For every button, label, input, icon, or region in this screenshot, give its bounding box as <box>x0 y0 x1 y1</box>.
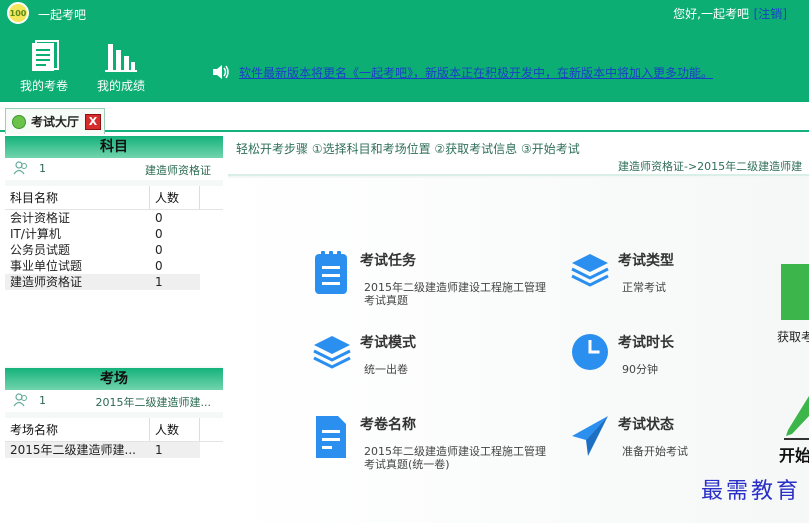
paper-plane-icon <box>572 416 608 456</box>
room-name: 2015年二级建造师建... <box>10 443 136 457</box>
close-icon[interactable]: X <box>85 113 102 130</box>
exam-paper-title: 考卷名称 <box>360 417 416 433</box>
rooms-summary: 1 2015年二级建造师建... <box>5 390 223 412</box>
logout-label[interactable]: 注销 <box>758 7 782 21</box>
rooms-table-header: 考场名称 人数 <box>5 418 223 442</box>
subjects-header: 科目 <box>5 136 223 158</box>
subject-count: 0 <box>155 211 163 225</box>
exam-mode-title: 考试模式 <box>360 335 416 351</box>
exam-mode-value: 统一出卷 <box>364 363 408 376</box>
exam-duration-title: 考试时长 <box>618 335 674 351</box>
col-subject-count[interactable]: 人数 <box>150 186 200 209</box>
tab-exam-hall[interactable]: 考试大厅 X <box>5 108 105 134</box>
my-papers-button[interactable]: 我的考卷 <box>14 40 74 96</box>
left-panel: 科目 1 建造师资格证 科目名称 人数 会计资格证 0 IT/计算机 0 公务员… <box>5 136 223 523</box>
users-icon <box>13 393 27 407</box>
tab-logo-icon <box>12 114 26 129</box>
subject-name: 会计资格证 <box>10 211 71 225</box>
subject-count: 0 <box>155 227 163 241</box>
subject-count: 0 <box>155 259 163 273</box>
speaker-icon <box>213 65 229 79</box>
table-row[interactable]: 公务员试题 0 <box>5 242 223 258</box>
rooms-header: 考场 <box>5 368 223 390</box>
logout-link[interactable]: [注销] <box>754 5 787 22</box>
room-count: 1 <box>155 443 163 457</box>
subject-name: 事业单位试题 <box>10 259 83 273</box>
my-papers-label: 我的考卷 <box>19 79 68 93</box>
notice-bar[interactable]: 软件最新版本将更名《一起考吧》，新版本正在积极开发中，在新版本中将加入更多功能。 <box>211 62 713 82</box>
subjects-table-header: 科目名称 人数 <box>5 186 223 210</box>
tab-strip: 考试大厅 X <box>0 102 809 134</box>
exam-duration-value: 90分钟 <box>622 363 658 376</box>
bar-chart-icon <box>105 44 137 72</box>
my-scores-label: 我的成绩 <box>96 79 145 93</box>
tab-label: 考试大厅 <box>31 115 80 129</box>
subjects-current: 建造师资格证 <box>145 164 211 177</box>
rooms-table: 考场名称 人数 2015年二级建造师建... 1 <box>5 418 223 523</box>
table-row-selected[interactable]: 2015年二级建造师建... 1 <box>5 442 200 458</box>
steps-bar: 轻松开考步骤 ①选择科目和考场位置 ②获取考试信息 ③开始考试 建造师资格证->… <box>228 136 809 176</box>
my-scores-button[interactable]: 我的成绩 <box>91 40 151 96</box>
steps-text: 轻松开考步骤 ①选择科目和考场位置 ②获取考试信息 ③开始考试 <box>236 142 580 156</box>
notice-link[interactable]: 软件最新版本将更名《一起考吧》，新版本正在积极开发中，在新版本中将加入更多功能。 <box>239 64 713 81</box>
clipboard-list-icon <box>315 251 347 294</box>
exam-status-title: 考试状态 <box>618 417 674 433</box>
document-icon <box>32 40 59 71</box>
subjects-table: 科目名称 人数 会计资格证 0 IT/计算机 0 公务员试题 0 事业单位试题 … <box>5 186 223 366</box>
subject-name: 建造师资格证 <box>10 275 83 289</box>
col-subject-name[interactable]: 科目名称 <box>5 186 150 209</box>
col-room-name[interactable]: 考场名称 <box>5 418 150 441</box>
exam-task-value: 2015年二级建造师建设工程施工管理考试真题 <box>364 281 546 307</box>
subjects-user-count: 1 <box>39 162 46 175</box>
col-room-count[interactable]: 人数 <box>150 418 200 441</box>
subjects-summary: 1 建造师资格证 <box>5 158 223 180</box>
start-exam-button[interactable]: 开始 <box>779 442 809 466</box>
table-row[interactable]: 事业单位试题 0 <box>5 258 223 274</box>
breadcrumb: 建造师资格证->2015年二级建造师建 <box>618 160 803 173</box>
table-row[interactable]: IT/计算机 0 <box>5 226 223 242</box>
rooms-user-count: 1 <box>39 394 46 407</box>
main-content: 轻松开考步骤 ①选择科目和考场位置 ②获取考试信息 ③开始考试 建造师资格证->… <box>228 136 809 523</box>
layers-icon <box>571 254 609 287</box>
table-row-selected[interactable]: 建造师资格证 1 <box>5 274 200 290</box>
subject-name: 公务员试题 <box>10 243 71 257</box>
subject-count: 0 <box>155 243 163 257</box>
fetch-info-button-icon[interactable] <box>781 264 809 320</box>
fetch-info-label[interactable]: 获取考 <box>777 328 809 345</box>
top-header: 100 一起考吧 您好,一起考吧 [注销] 我的考卷 我的成绩 软件最新版本将更… <box>0 0 809 102</box>
app-title: 一起考吧 <box>38 8 87 22</box>
subject-count: 1 <box>155 275 163 289</box>
users-icon <box>13 161 27 175</box>
watermark: 最需教育 <box>700 479 801 504</box>
greeting-text: 您好,一起考吧 <box>673 7 749 21</box>
clock-icon <box>572 334 608 370</box>
subject-name: IT/计算机 <box>10 227 61 241</box>
exam-type-title: 考试类型 <box>618 253 674 269</box>
table-row[interactable]: 会计资格证 0 <box>5 210 223 226</box>
pencil-icon[interactable] <box>784 396 809 440</box>
exam-info-area: 考试任务 2015年二级建造师建设工程施工管理考试真题 考试类型 正常考试 考试… <box>228 178 809 523</box>
exam-task-title: 考试任务 <box>360 253 416 269</box>
exam-paper-value: 2015年二级建造师建设工程施工管理考试真题(统一卷) <box>364 445 546 471</box>
document-icon <box>316 416 346 458</box>
app-logo: 100 <box>7 2 29 24</box>
rooms-current: 2015年二级建造师建... <box>95 396 211 409</box>
layers-icon <box>313 336 351 369</box>
